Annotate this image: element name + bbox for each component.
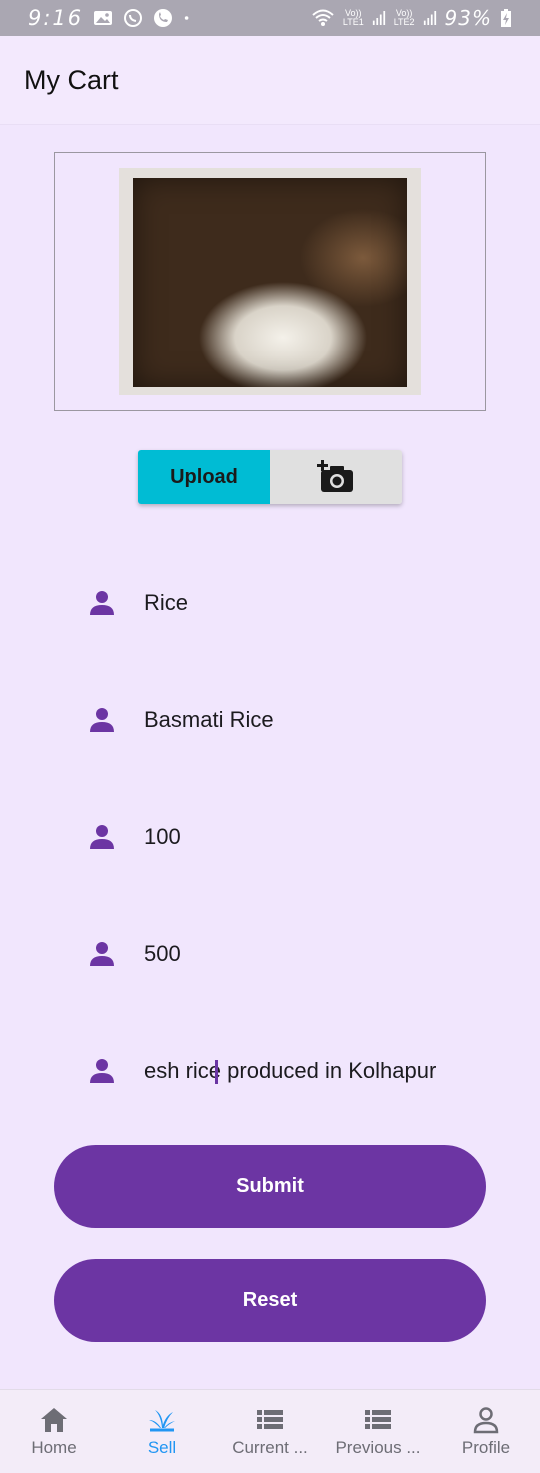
- bottom-navigation: Home Sell Current ... Previous ... Profi…: [0, 1389, 540, 1473]
- description-value: esh rice produced in Kolhapur: [144, 1058, 456, 1084]
- nav-label-previous: Previous ...: [335, 1438, 421, 1457]
- nav-item-home[interactable]: Home: [0, 1390, 108, 1473]
- signal-icon-2: [423, 11, 436, 25]
- person-icon: [90, 591, 114, 615]
- person-icon: [90, 942, 114, 966]
- submit-button[interactable]: Submit: [54, 1145, 486, 1228]
- volte-sim1-label: Vo)) LTE1: [343, 9, 364, 27]
- sprout-icon: [149, 1410, 175, 1432]
- volte-sim2-label: Vo)) LTE2: [394, 9, 415, 27]
- home-icon: [41, 1408, 67, 1432]
- upload-button[interactable]: Upload: [138, 450, 270, 504]
- image-source-toggle: Upload: [138, 450, 402, 504]
- gallery-icon: [94, 11, 113, 25]
- add-camera-icon: [317, 460, 353, 492]
- product-variety-value: Basmati Rice: [144, 707, 274, 732]
- status-bar: 9:16 Vo)) LTE1 Vo)) LTE2 93%: [0, 0, 540, 36]
- quantity-value: 100: [144, 824, 181, 849]
- product-variety-field[interactable]: Basmati Rice: [88, 700, 468, 740]
- phone-call-icon: [154, 9, 173, 27]
- sim1-label: LTE1: [342, 17, 364, 27]
- product-name-value: Rice: [144, 590, 189, 615]
- description-field[interactable]: esh rice produced in Kolhapur: [88, 1051, 468, 1091]
- signal-icon-1: [372, 11, 385, 25]
- list-icon: [257, 1410, 283, 1429]
- wifi-icon: [312, 9, 334, 26]
- nav-label-current: Current ...: [232, 1438, 308, 1457]
- sim2-label: LTE2: [393, 17, 415, 27]
- person-icon: [90, 825, 114, 849]
- person-icon: [90, 1059, 114, 1083]
- nav-item-previous[interactable]: Previous ...: [324, 1390, 432, 1473]
- camera-button[interactable]: [270, 450, 402, 504]
- person-icon: [90, 708, 114, 732]
- product-name-field[interactable]: Rice: [88, 583, 468, 623]
- nav-item-sell[interactable]: Sell: [108, 1390, 216, 1473]
- battery-charging-icon: [501, 9, 511, 27]
- page-title: My Cart: [24, 64, 119, 95]
- app-bar: My Cart: [0, 36, 540, 124]
- nav-item-profile[interactable]: Profile: [432, 1390, 540, 1473]
- profile-icon: [473, 1407, 499, 1434]
- nav-label-home: Home: [31, 1438, 77, 1457]
- battery-percent: 93%: [444, 6, 492, 30]
- nav-item-current[interactable]: Current ...: [216, 1390, 324, 1473]
- whatsapp-icon: [124, 9, 143, 27]
- price-field[interactable]: 500: [88, 934, 468, 974]
- dot-icon: [184, 16, 189, 20]
- image-preview-frame[interactable]: [54, 152, 486, 411]
- reset-button[interactable]: Reset: [54, 1259, 486, 1342]
- price-value: 500: [144, 941, 181, 966]
- status-time: 9:16: [28, 6, 84, 30]
- description-text: esh rice produced in Kolhapur: [144, 1058, 437, 1083]
- nav-label-profile: Profile: [461, 1438, 511, 1457]
- text-cursor: [215, 1060, 218, 1084]
- product-photo: [119, 168, 421, 395]
- list-icon: [365, 1410, 391, 1429]
- nav-label-sell: Sell: [147, 1438, 177, 1457]
- quantity-field[interactable]: 100: [88, 817, 468, 857]
